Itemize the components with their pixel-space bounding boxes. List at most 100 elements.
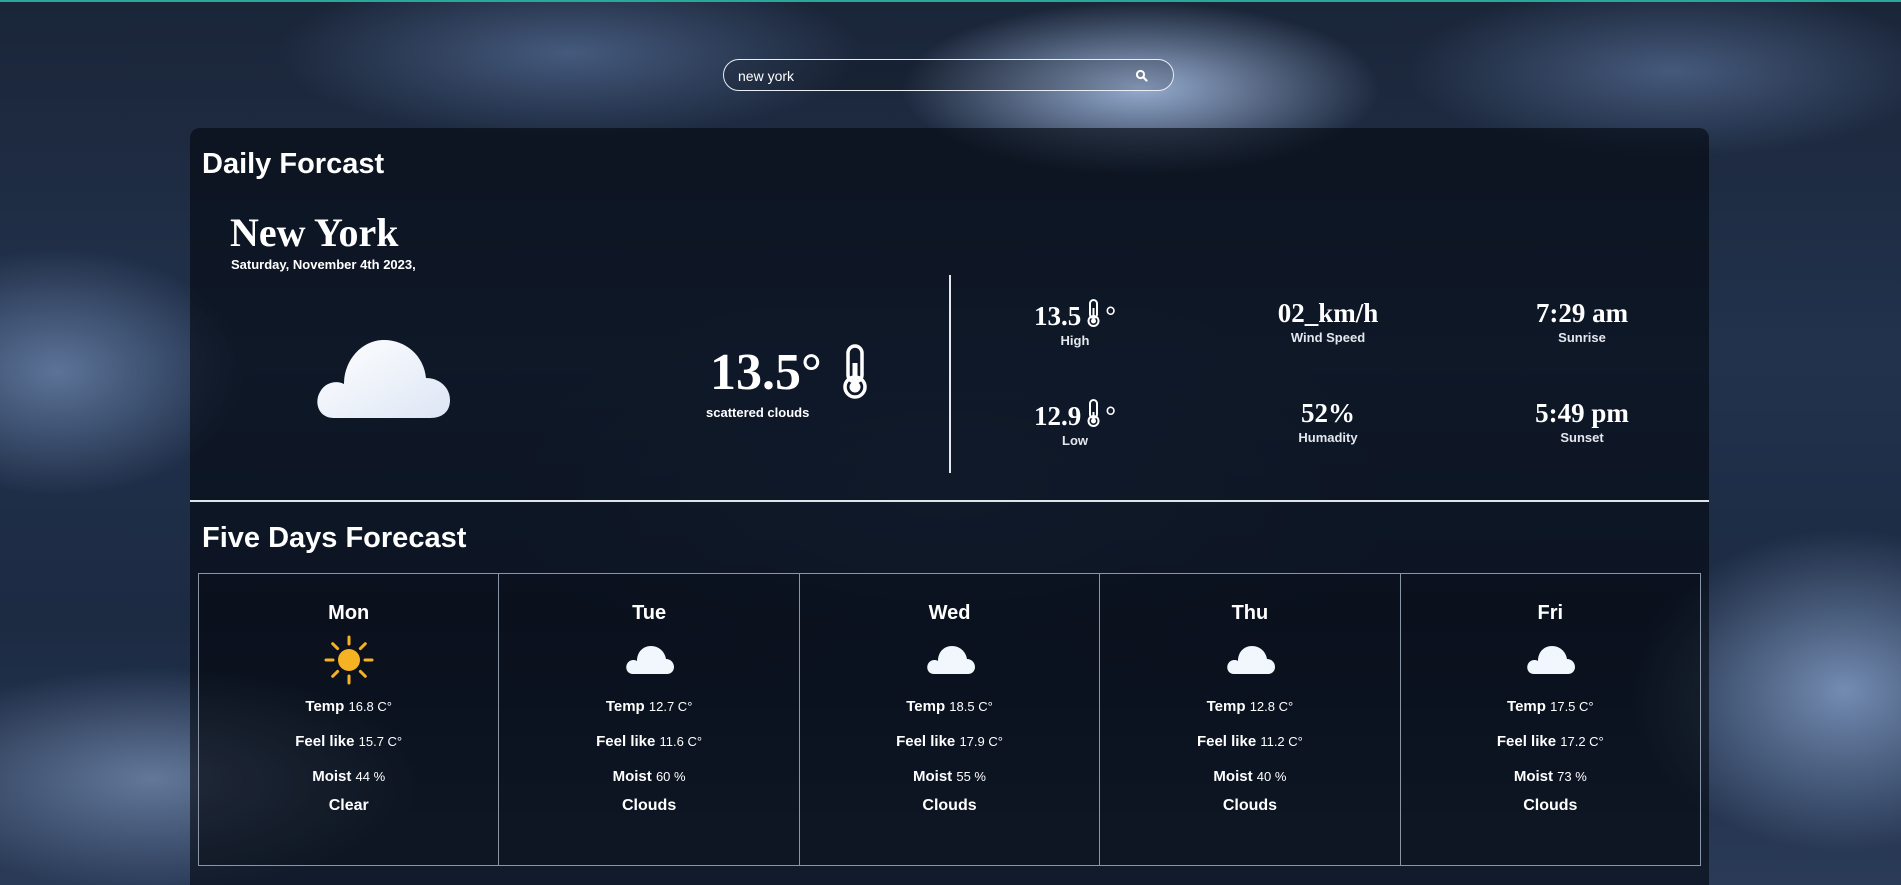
stat-low: 12.9 ° Low <box>975 398 1175 448</box>
feel-label: Feel like <box>295 733 355 750</box>
sunrise-value: 7:29 am <box>1535 298 1629 328</box>
moist-row: Moist 44 % <box>199 768 498 785</box>
condition: Clouds <box>1222 797 1278 814</box>
thermometer-icon <box>1087 299 1100 327</box>
sun-icon <box>324 635 374 685</box>
low-label: Low <box>1062 433 1088 448</box>
feel-row: Feel like 17.9 C° <box>800 733 1099 750</box>
section-divider <box>190 500 1709 502</box>
feel-label: Feel like <box>596 733 656 750</box>
temp-label: Temp <box>906 698 946 715</box>
moist-label: Moist <box>312 768 352 785</box>
moist-row: Moist 73 % <box>1401 768 1700 785</box>
day-card-thu: Thu Temp 12.8 C° Feel like 11.2 C° Moist… <box>1100 573 1401 866</box>
feel-label: Feel like <box>1496 733 1557 750</box>
feel-row: Feel like 11.6 C° <box>499 733 798 750</box>
temp-value: 18.5 C° <box>949 699 993 714</box>
five-days-grid: Mon Temp 16.8 C° Feel like 15.7 C° Moist… <box>198 573 1702 866</box>
moist-label: Moist <box>913 768 953 785</box>
degree-symbol: ° <box>1105 401 1117 431</box>
thermometer-icon <box>843 344 867 399</box>
high-label: High <box>1060 333 1090 348</box>
temp-label: Temp <box>1507 698 1546 715</box>
feel-row: Feel like 11.2 C° <box>1100 733 1399 750</box>
condition: Clouds <box>622 797 677 814</box>
vertical-divider <box>949 275 951 473</box>
current-temperature: 13.5° <box>710 344 822 401</box>
high-value: 13.5 <box>1033 301 1082 331</box>
feel-row: Feel like 17.2 C° <box>1401 733 1700 750</box>
condition: Clear <box>328 797 369 814</box>
moist-value: 60 % <box>655 769 686 784</box>
stat-sunset: 5:49 pm Sunset <box>1482 398 1682 445</box>
sunset-value: 5:49 pm <box>1535 398 1629 428</box>
cloud-icon <box>926 646 975 674</box>
temp-row: Temp 17.5 C° <box>1401 698 1700 715</box>
day-name: Fri <box>1537 602 1564 624</box>
temp-row: Temp 12.8 C° <box>1100 698 1399 715</box>
day-card-mon: Mon Temp 16.8 C° Feel like 15.7 C° Moist… <box>198 573 500 866</box>
low-value: 12.9 <box>1033 401 1082 431</box>
moist-value: 55 % <box>956 769 986 784</box>
day-card-wed: Wed Temp 18.5 C° Feel like 17.9 C° Moist… <box>799 573 1101 866</box>
temp-label: Temp <box>605 698 645 715</box>
search-icon[interactable] <box>1134 68 1150 84</box>
daily-forecast-heading: Daily Forcast <box>202 148 385 180</box>
temp-value: 12.8 C° <box>1249 699 1294 714</box>
temp-label: Temp <box>305 698 345 715</box>
temp-label: Temp <box>1206 698 1246 715</box>
feel-value: 11.6 C° <box>659 734 703 749</box>
feel-value: 17.9 C° <box>959 734 1003 749</box>
feel-value: 15.7 C° <box>358 734 403 749</box>
temp-value: 17.5 C° <box>1550 699 1594 714</box>
day-card-fri: Fri Temp 17.5 C° Feel like 17.2 C° Moist… <box>1400 573 1702 866</box>
stat-wind: 02_km/h Wind Speed <box>1228 298 1428 345</box>
humidity-label: Humadity <box>1298 430 1358 445</box>
stat-humidity: 52% Humadity <box>1228 398 1428 445</box>
day-name: Mon <box>328 602 370 624</box>
cloud-icon <box>1527 646 1576 674</box>
day-name: Thu <box>1231 602 1269 624</box>
feel-label: Feel like <box>896 733 956 750</box>
sunrise-label: Sunrise <box>1558 330 1606 345</box>
feel-label: Feel like <box>1196 733 1257 750</box>
cloud-icon <box>317 340 450 418</box>
day-card-tue: Tue Temp 12.7 C° Feel like 11.6 C° Moist… <box>499 573 800 866</box>
current-date: Saturday, November 4th 2023, <box>231 257 416 272</box>
moist-value: 73 % <box>1557 769 1587 784</box>
search-bar[interactable] <box>723 59 1174 91</box>
feel-value: 17.2 C° <box>1560 734 1604 749</box>
temp-value: 16.8 C° <box>348 699 392 714</box>
moist-row: Moist 40 % <box>1100 768 1399 785</box>
wind-value: 02_km/h <box>1277 298 1379 328</box>
moist-label: Moist <box>612 768 652 785</box>
search-input[interactable] <box>736 65 1120 87</box>
feel-value: 11.2 C° <box>1260 734 1303 749</box>
moist-row: Moist 60 % <box>499 768 798 785</box>
temp-row: Temp 18.5 C° <box>800 698 1099 715</box>
thermometer-icon <box>1087 399 1100 427</box>
feel-row: Feel like 15.7 C° <box>199 733 498 750</box>
cloud-icon <box>1227 646 1275 674</box>
degree-symbol: ° <box>1105 301 1117 331</box>
day-name: Tue <box>632 602 667 624</box>
cloud-icon <box>626 646 675 674</box>
stat-sunrise: 7:29 am Sunrise <box>1482 298 1682 345</box>
moist-row: Moist 55 % <box>800 768 1099 785</box>
moist-label: Moist <box>1213 768 1253 785</box>
sunset-label: Sunset <box>1560 430 1604 445</box>
stat-high: 13.5 ° High <box>975 298 1175 348</box>
temp-value: 12.7 C° <box>648 699 693 714</box>
temp-row: Temp 16.8 C° <box>199 698 498 715</box>
moist-label: Moist <box>1513 768 1553 785</box>
day-name: Wed <box>928 602 971 624</box>
temp-row: Temp 12.7 C° <box>499 698 798 715</box>
weather-description: scattered clouds <box>706 405 810 420</box>
humidity-value: 52% <box>1301 398 1355 428</box>
city-name: New York <box>230 210 399 255</box>
condition: Clouds <box>922 797 977 814</box>
moist-value: 40 % <box>1256 769 1287 784</box>
wind-label: Wind Speed <box>1290 330 1366 345</box>
condition: Clouds <box>1523 797 1578 814</box>
five-days-heading: Five Days Forecast <box>202 522 467 554</box>
